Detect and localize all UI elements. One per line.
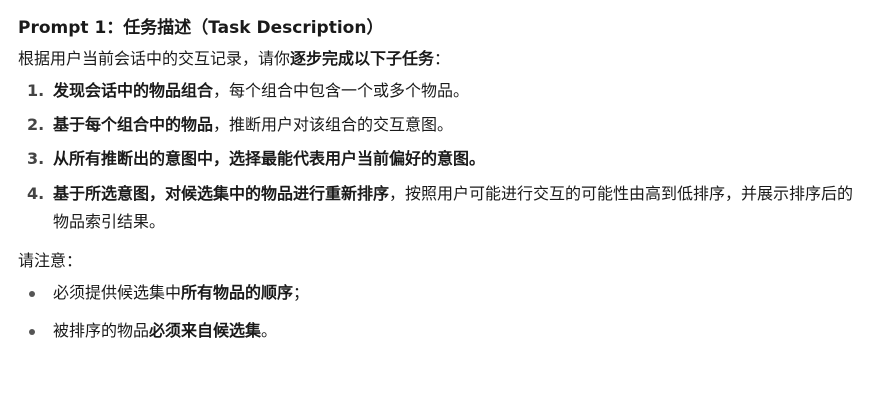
step-item-2: 2. 基于每个组合中的物品，推断用户对该组合的交互意图。 [18, 112, 878, 138]
note-label: 请注意： [18, 251, 83, 270]
notes-list: 必须提供候选集中所有物品的顺序； 被排序的物品必须来自候选集。 [18, 280, 878, 344]
step-item-1: 1. 发现会话中的物品组合，每个组合中包含一个或多个物品。 [18, 78, 878, 104]
step-number: 2. [27, 115, 45, 134]
note-pre: 必须提供候选集中 [53, 283, 182, 302]
step-bold: 从所有推断出的意图中，选择最能代表用户当前偏好的意图。 [53, 149, 486, 168]
note-post: ； [293, 283, 310, 302]
intro-paragraph: 根据用户当前会话中的交互记录，请你逐步完成以下子任务： [18, 46, 878, 72]
intro-end: ： [434, 49, 451, 68]
note-item-2: 被排序的物品必须来自候选集。 [18, 318, 878, 344]
note-bold: 必须来自候选集 [149, 321, 262, 340]
step-number: 4. [27, 184, 45, 203]
step-item-4: 4. 基于所选意图，对候选集中的物品进行重新排序，按照用户可能进行交互的可能性由高… [18, 180, 878, 236]
step-number: 1. [27, 81, 45, 100]
step-bold: 发现会话中的物品组合 [53, 81, 214, 100]
note-item-1: 必须提供候选集中所有物品的顺序； [18, 280, 878, 306]
note-bold: 所有物品的顺序 [181, 283, 294, 302]
document: Prompt 1：任务描述（Task Description） 根据用户当前会话… [0, 0, 878, 405]
bullet-icon [29, 329, 35, 335]
intro-bold: 逐步完成以下子任务 [290, 49, 435, 68]
step-bold: 基于所选意图，对候选集中的物品进行重新排序 [53, 184, 390, 203]
step-item-3: 3. 从所有推断出的意图中，选择最能代表用户当前偏好的意图。 [18, 146, 878, 172]
page-title: Prompt 1：任务描述（Task Description） [18, 18, 384, 38]
note-pre: 被排序的物品 [53, 321, 150, 340]
steps-list: 1. 发现会话中的物品组合，每个组合中包含一个或多个物品。 2. 基于每个组合中的物… [18, 78, 878, 236]
note-post: 。 [261, 321, 278, 340]
intro-text: 根据用户当前会话中的交互记录，请你 [18, 49, 291, 68]
step-number: 3. [27, 149, 45, 168]
step-rest: ，推断用户对该组合的交互意图。 [213, 115, 454, 134]
bullet-icon [29, 291, 35, 297]
step-rest: ，每个组合中包含一个或多个物品。 [213, 81, 470, 100]
step-bold: 基于每个组合中的物品 [53, 115, 214, 134]
